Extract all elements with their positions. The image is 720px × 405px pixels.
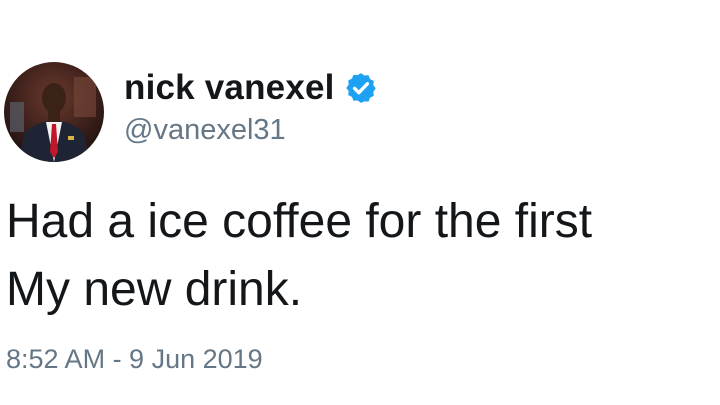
- tweet-text: Had a ice coffee for the first My new dr…: [6, 188, 720, 324]
- tweet-timestamp[interactable]: 8:52 AM - 9 Jun 2019: [6, 344, 263, 375]
- user-handle[interactable]: @vanexel31: [124, 114, 286, 147]
- tweet-text-line: Had a ice coffee for the first: [6, 195, 593, 248]
- tweet-card: nick vanexel @vanexel31 Had a ice coffee…: [0, 0, 720, 405]
- user-name-row: nick vanexel: [124, 66, 378, 110]
- verified-badge-icon: [345, 73, 376, 103]
- avatar-photo: [4, 62, 104, 162]
- avatar[interactable]: [4, 62, 104, 162]
- tweet-text-line: My new drink.: [6, 263, 303, 316]
- display-name[interactable]: nick vanexel: [124, 68, 335, 108]
